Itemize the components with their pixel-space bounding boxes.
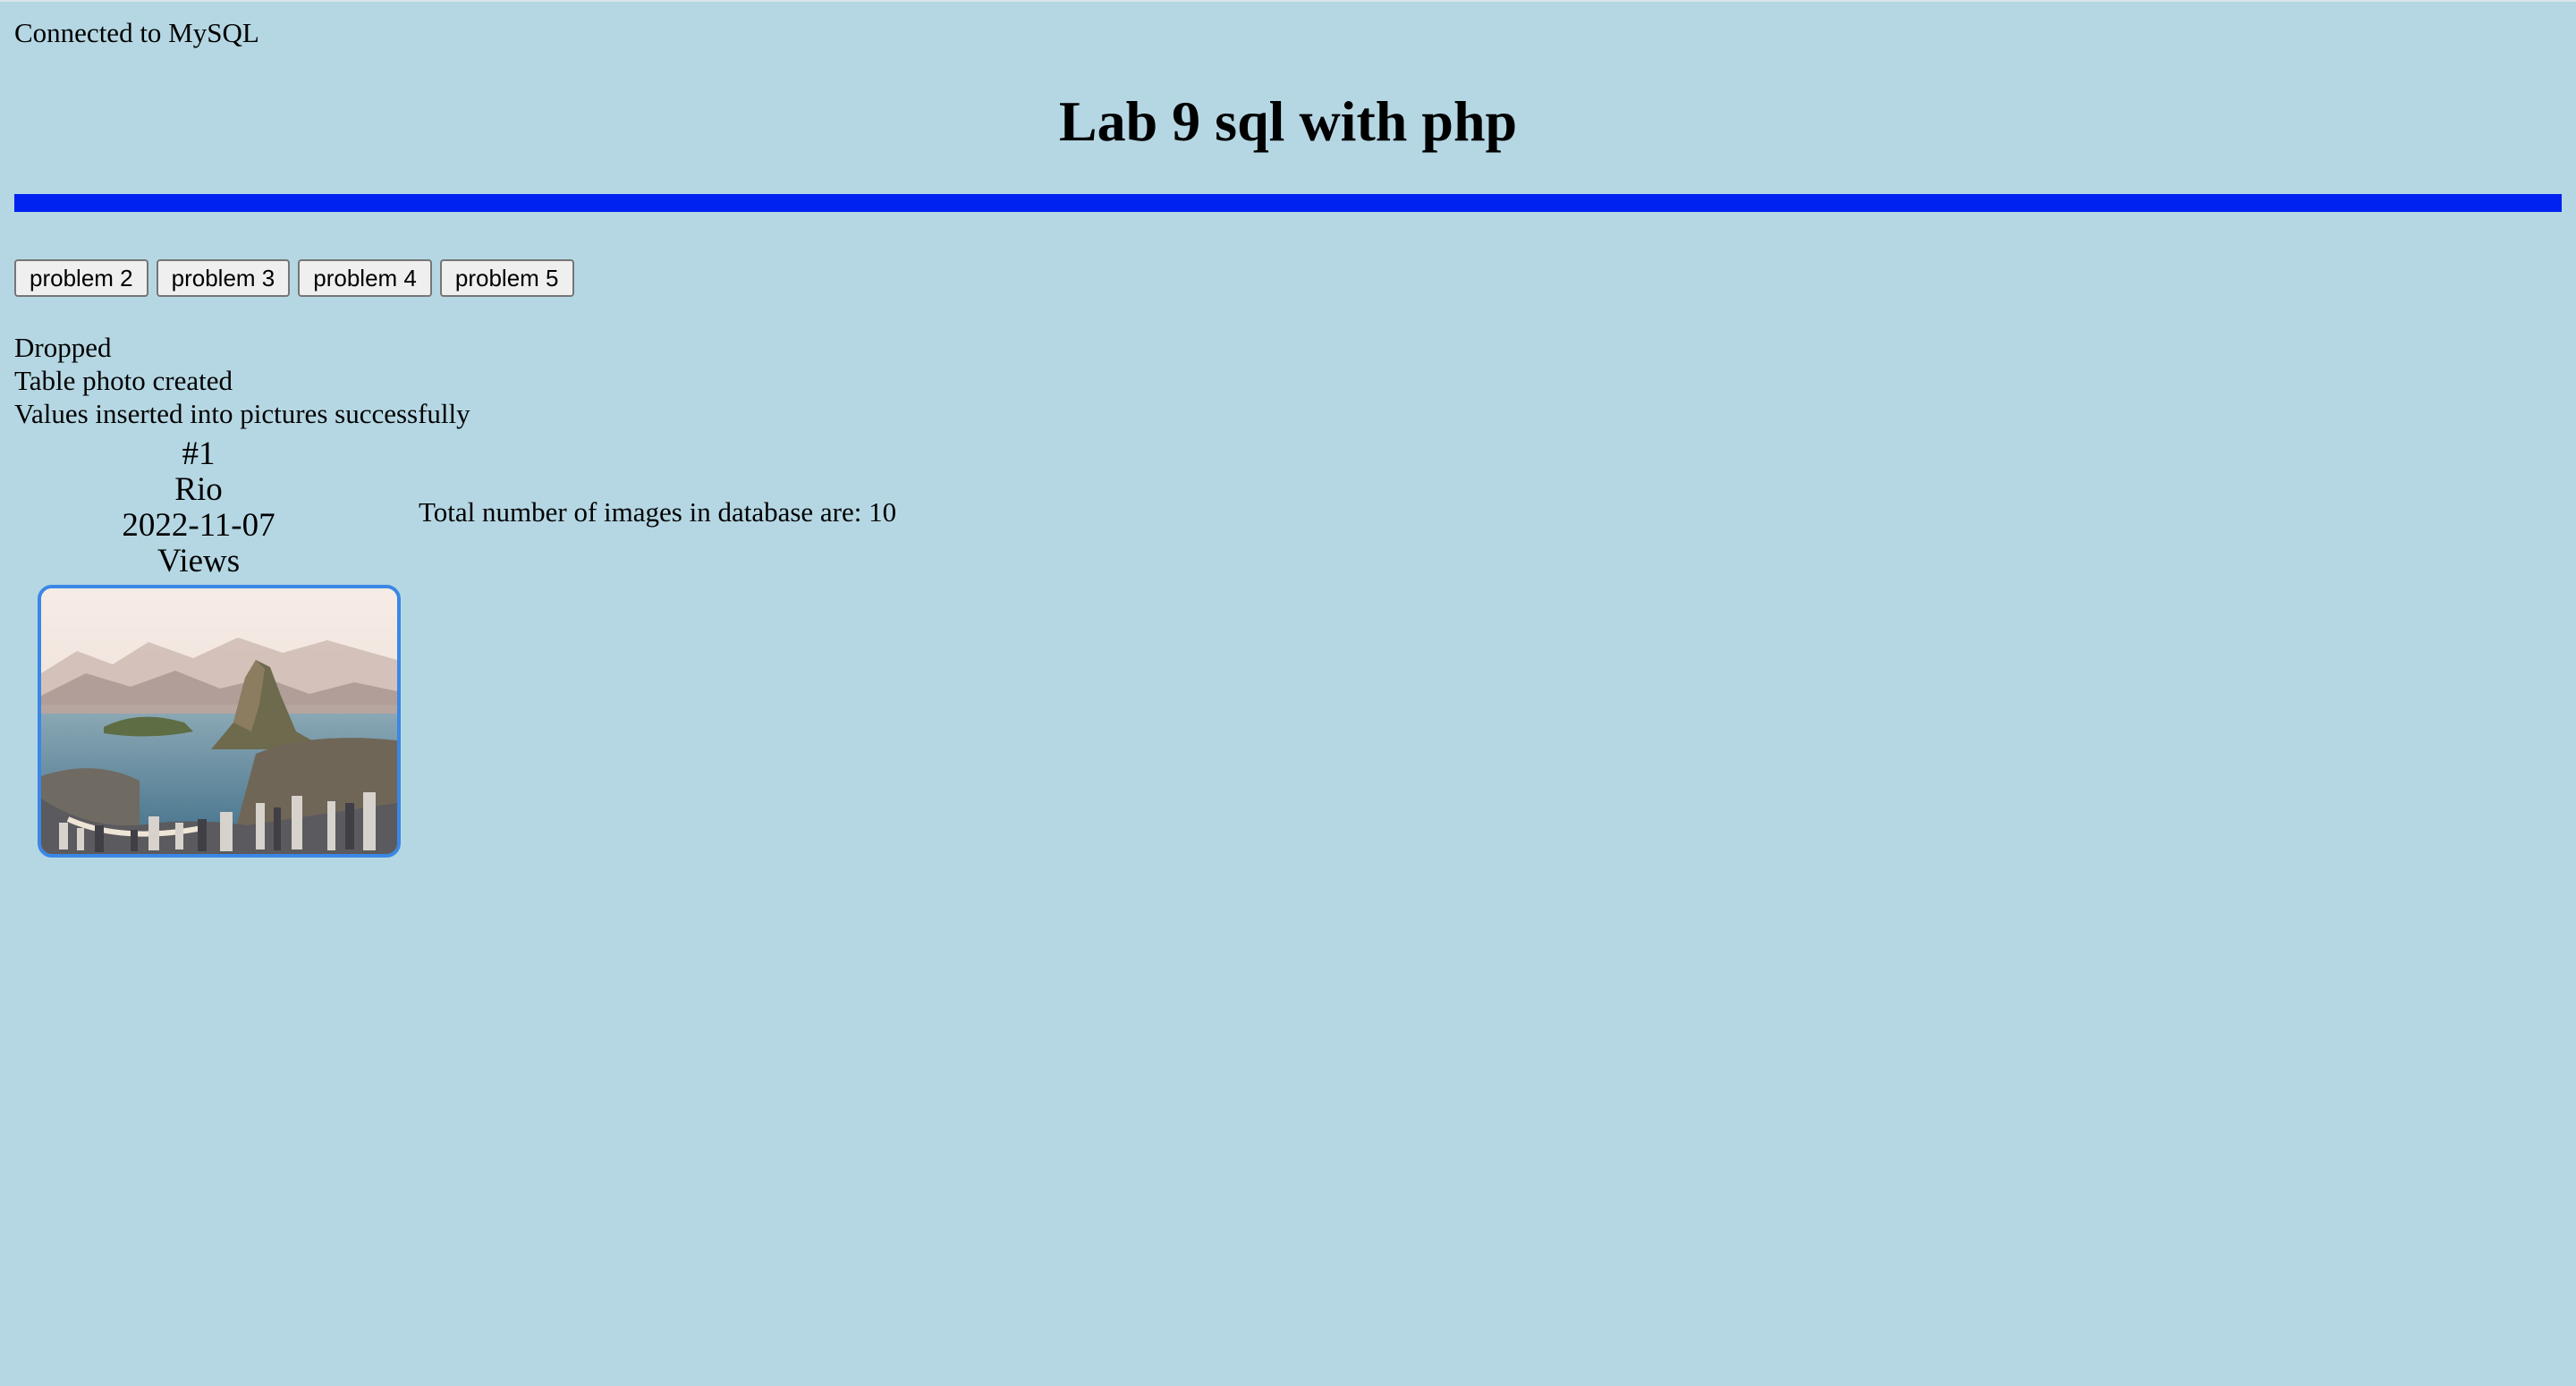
problem-5-button[interactable]: problem 5 (439, 259, 574, 297)
problem-4-button[interactable]: problem 4 (298, 259, 432, 297)
page: Connected to MySQL Lab 9 sql with php pr… (0, 0, 2576, 1386)
status-messages: Dropped Table photo created Values inser… (14, 331, 470, 430)
picture-views-label: Views (157, 543, 241, 579)
header-divider (14, 194, 2562, 212)
connection-status: Connected to MySQL (14, 17, 259, 48)
problem-button-row: problem 2 problem 3 problem 4 problem 5 (14, 259, 574, 297)
problem-3-button[interactable]: problem 3 (156, 259, 291, 297)
page-title: Lab 9 sql with php (1058, 89, 1518, 153)
rio-landscape-image (41, 588, 397, 854)
picture-name: Rio (174, 471, 223, 508)
total-images-text: Total number of images in database are: … (419, 496, 897, 528)
message-values-inserted: Values inserted into pictures successful… (14, 398, 470, 429)
picture-card: #1 Rio 2022-11-07 Views (38, 436, 401, 858)
message-table-created: Table photo created (14, 365, 233, 396)
rio-photo[interactable] (38, 585, 401, 858)
problem-2-button[interactable]: problem 2 (14, 259, 148, 297)
picture-number: #1 (182, 435, 216, 472)
picture-date: 2022-11-07 (122, 507, 275, 544)
message-dropped: Dropped (14, 332, 112, 363)
